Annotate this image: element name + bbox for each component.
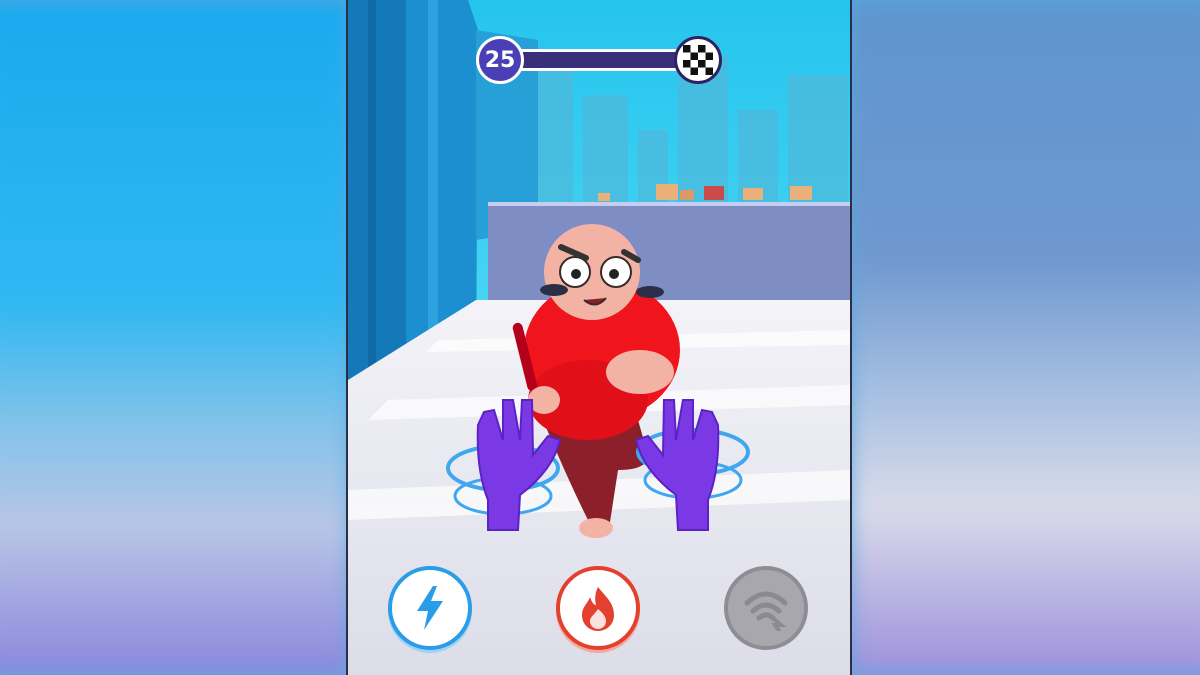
left-blurred-background: [0, 0, 350, 675]
back-wall: [488, 202, 850, 300]
flame-icon: [582, 587, 614, 631]
right-blurred-background: [850, 0, 1200, 675]
level-number-badge: 25: [476, 36, 524, 84]
wifi-hand-icon: [744, 591, 788, 631]
lightning-bolt-icon: [417, 586, 443, 630]
game-viewport[interactable]: 25: [346, 0, 852, 675]
level-progress-bar: 25: [476, 36, 722, 84]
grab-ability-button-locked[interactable]: [724, 566, 808, 650]
fire-ability-button[interactable]: [556, 566, 640, 650]
checkered-flag-icon: [674, 36, 722, 84]
lightning-ability-button[interactable]: [388, 566, 472, 650]
progress-track: [498, 49, 698, 71]
